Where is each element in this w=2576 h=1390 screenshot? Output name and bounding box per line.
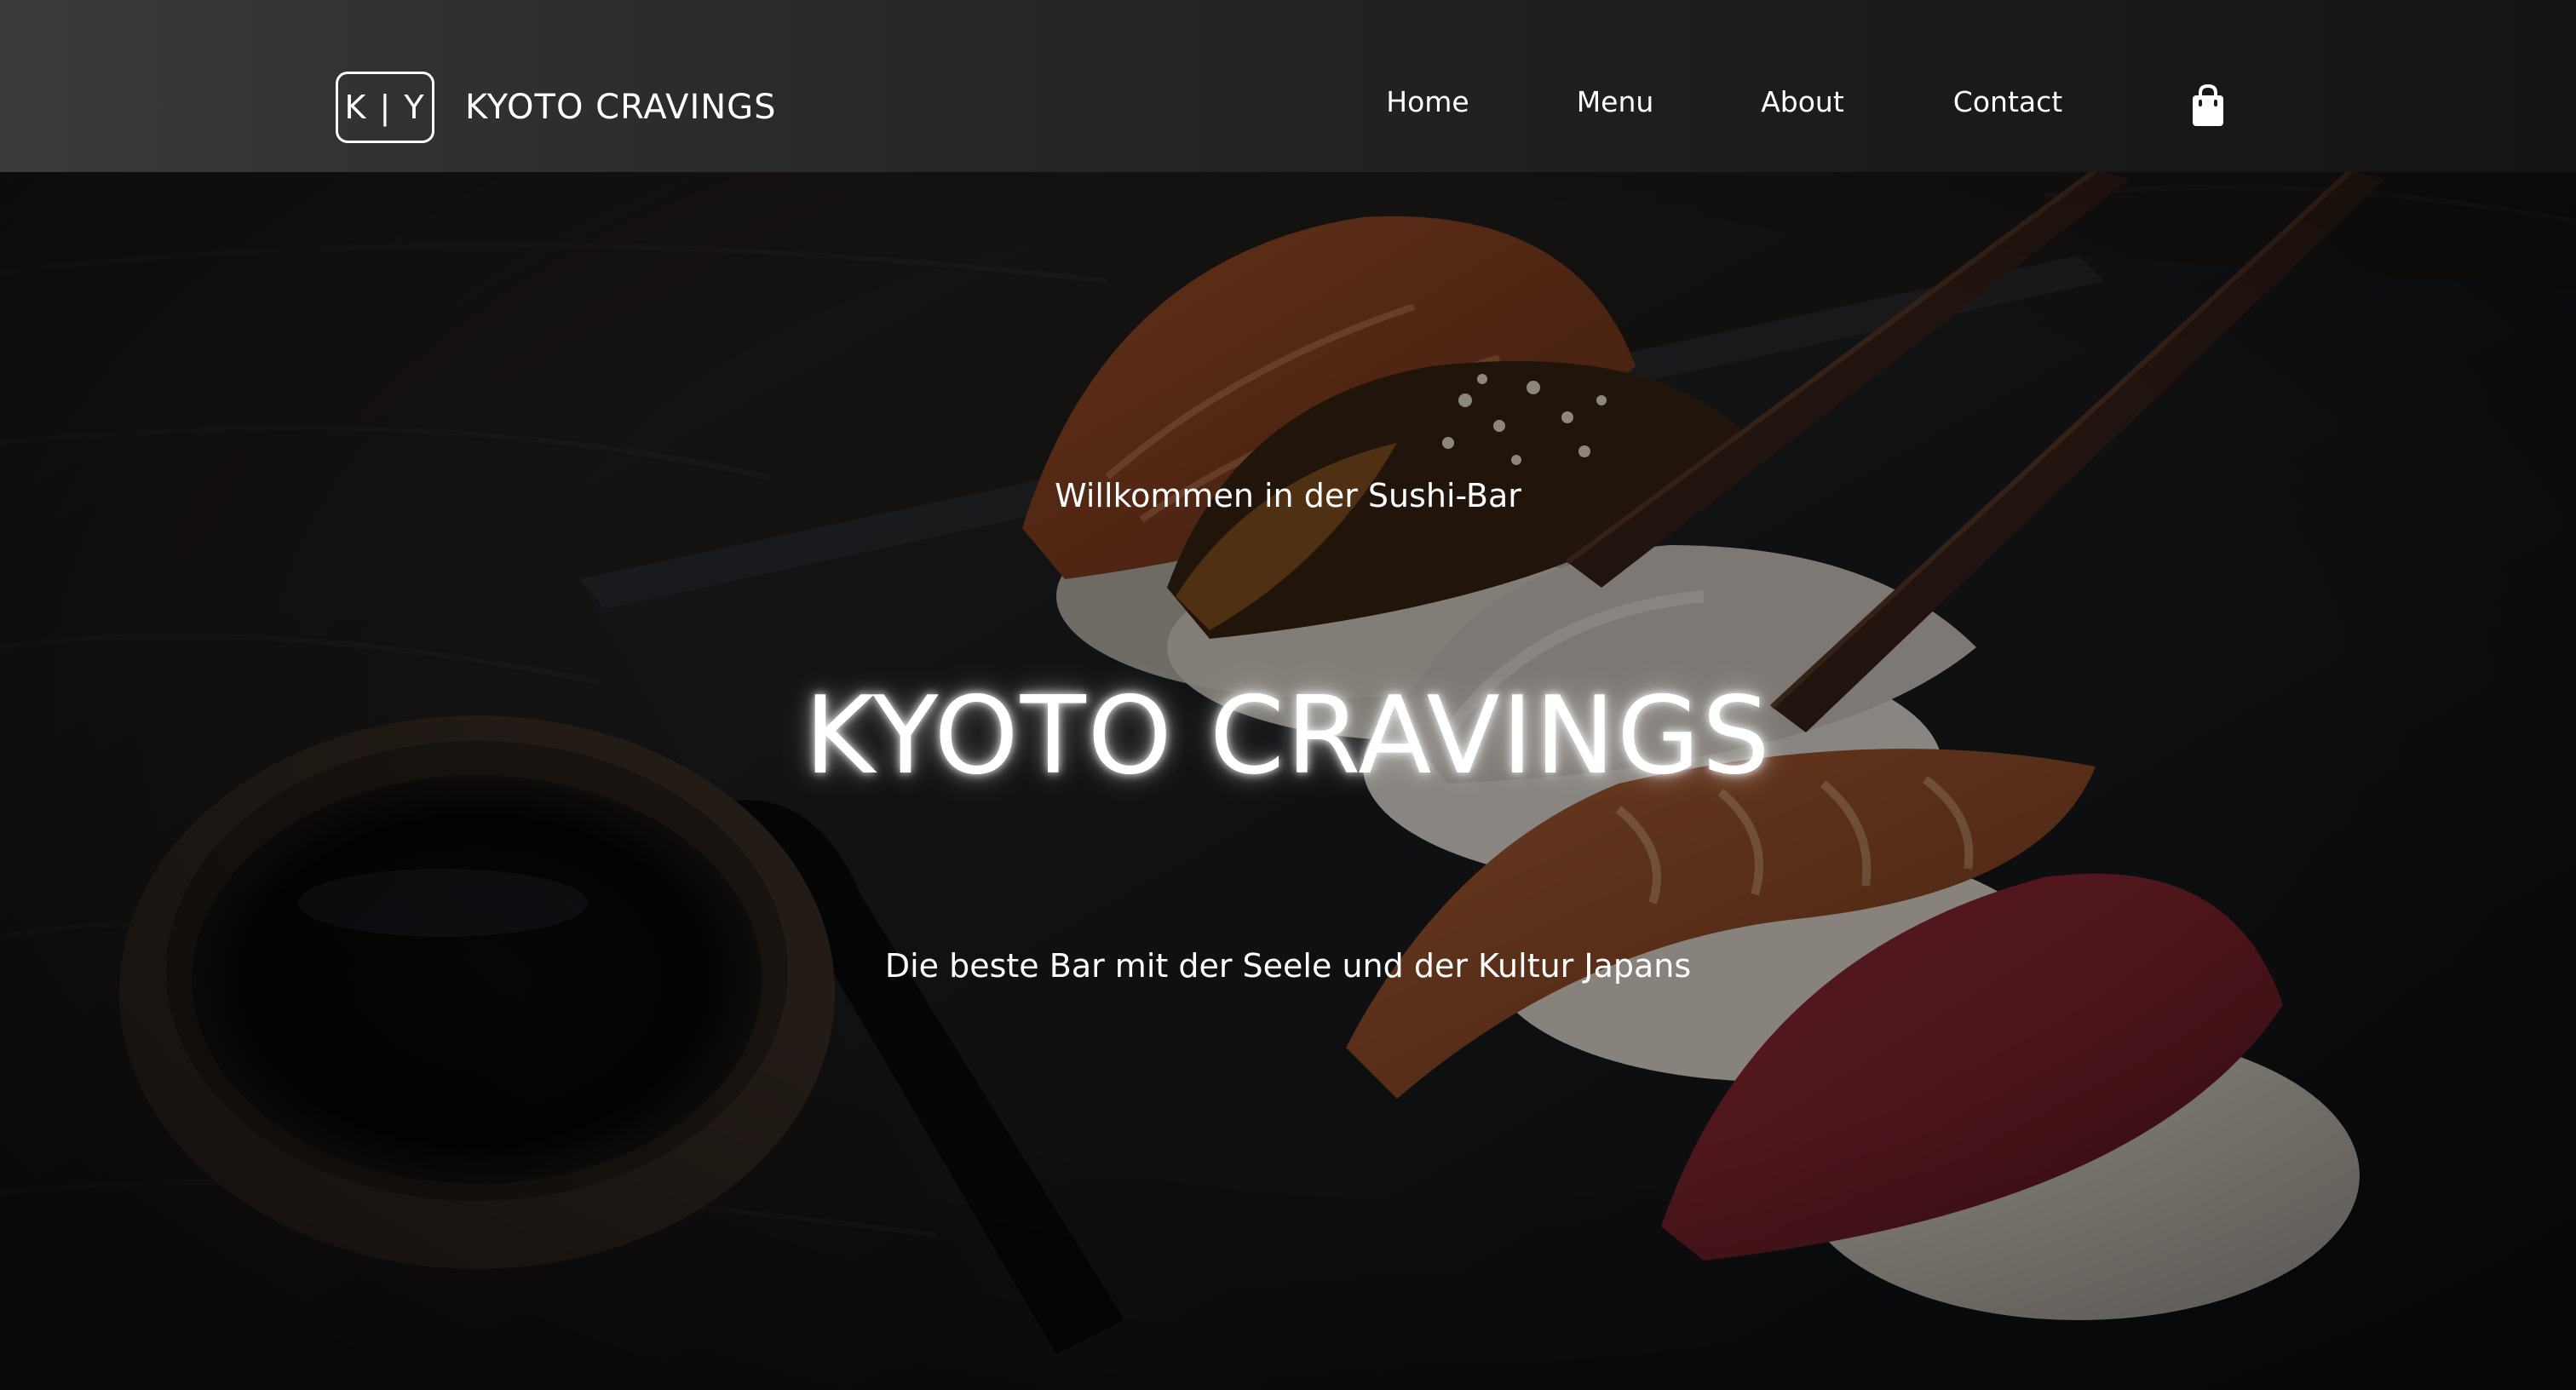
nav-link-about[interactable]: About xyxy=(1761,85,1844,118)
hero-title: KYOTO CRAVINGS xyxy=(804,673,1772,798)
nav-link-contact[interactable]: Contact xyxy=(1953,85,2062,118)
shopping-bag-icon xyxy=(2193,83,2223,126)
top-navbar: K | Y KYOTO CRAVINGS Home Menu About Con… xyxy=(0,0,2576,172)
nav-link-home[interactable]: Home xyxy=(1386,85,1469,118)
page: K | Y KYOTO CRAVINGS Home Menu About Con… xyxy=(0,0,2576,1390)
cart-button[interactable] xyxy=(2189,83,2227,128)
hero-subtitle: Willkommen in der Sushi-Bar xyxy=(1055,477,1521,514)
nav-link-menu[interactable]: Menu xyxy=(1577,85,1654,118)
hero-tagline: Die beste Bar mit der Seele und der Kult… xyxy=(884,947,1692,985)
